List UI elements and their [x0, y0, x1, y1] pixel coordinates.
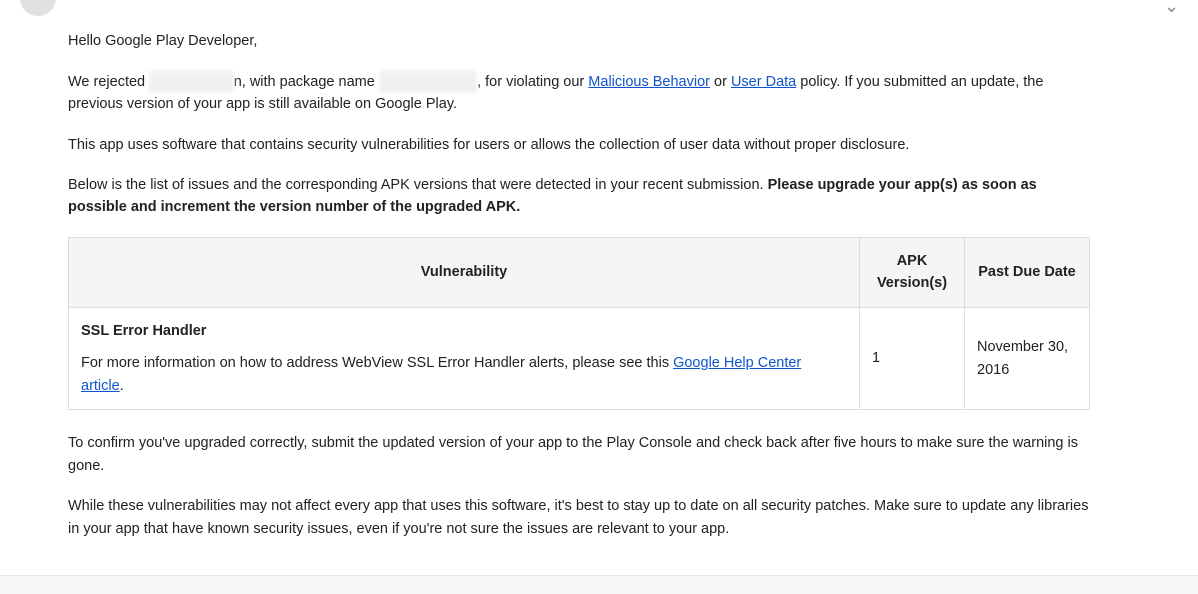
table-header-row: Vulnerability APK Version(s) Past Due Da… [69, 237, 1090, 307]
vuln-desc-post: . [120, 378, 124, 394]
general-advice-paragraph: While these vulnerabilities may not affe… [68, 495, 1090, 540]
vuln-desc-pre: For more information on how to address W… [81, 355, 673, 371]
p1-mid2: , for violating our [477, 74, 588, 90]
confirm-upgrade-paragraph: To confirm you've upgraded correctly, su… [68, 432, 1090, 477]
malicious-behavior-link[interactable]: Malicious Behavior [588, 74, 710, 90]
app-name-redacted: Lxxxxxxxxxx [149, 71, 234, 93]
header-past-due-date: Past Due Date [965, 237, 1090, 307]
p3-pre: Below is the list of issues and the corr… [68, 177, 768, 193]
header-apk-version: APK Version(s) [860, 237, 965, 307]
footer-bar [0, 575, 1198, 594]
vuln-desc: For more information on how to address W… [81, 352, 847, 397]
vulnerability-table: Vulnerability APK Version(s) Past Due Da… [68, 237, 1090, 410]
vulnerability-description: This app uses software that contains sec… [68, 134, 1090, 156]
vuln-title: SSL Error Handler [81, 320, 847, 342]
greeting-text: Hello Google Play Developer, [68, 30, 1090, 52]
table-row: SSL Error Handler For more information o… [69, 307, 1090, 409]
user-data-link[interactable]: User Data [731, 74, 796, 90]
expand-caret-icon[interactable]: ⌄ [1164, 2, 1178, 16]
email-body: to me Hello Google Play Developer, We re… [0, 0, 1090, 594]
upgrade-instruction: Below is the list of issues and the corr… [68, 174, 1090, 219]
cell-past-due: November 30, 2016 [965, 307, 1090, 409]
package-name-redacted: xxxxxxxxxxxxx [379, 71, 477, 93]
cell-apk-version: 1 [860, 307, 965, 409]
header-vulnerability: Vulnerability [69, 237, 860, 307]
rejection-paragraph: We rejected Lxxxxxxxxxxn, with package n… [68, 71, 1090, 116]
p1-mid3: or [710, 74, 731, 90]
email-viewport[interactable]: ⌄ to me Hello Google Play Developer, We … [0, 0, 1198, 594]
p1-pre: We rejected [68, 74, 149, 90]
p1-mid1: n, with package name [234, 74, 379, 90]
cell-vulnerability: SSL Error Handler For more information o… [69, 307, 860, 409]
